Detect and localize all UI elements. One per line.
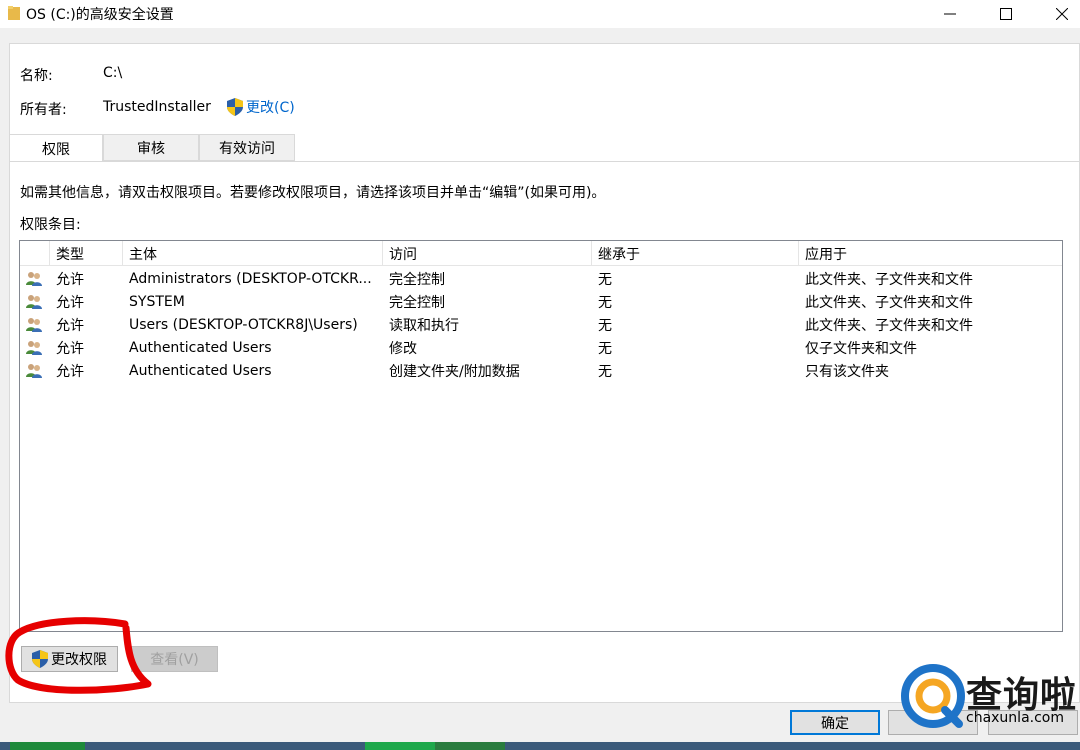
uac-shield-icon bbox=[227, 98, 243, 116]
name-label: 名称: bbox=[20, 68, 53, 84]
column-header-type[interactable]: 类型 bbox=[50, 241, 123, 266]
change-permissions-label: 更改权限 bbox=[51, 652, 107, 668]
tab-effective-access[interactable]: 有效访问 bbox=[199, 134, 295, 161]
entries-label: 权限条目: bbox=[20, 217, 81, 233]
cell-principal: Administrators (DESKTOP-OTCKR... bbox=[129, 270, 372, 287]
cell-principal: Users (DESKTOP-OTCKR8J\Users) bbox=[129, 316, 358, 333]
cell-applies: 只有该文件夹 bbox=[805, 363, 889, 380]
change-permissions-button[interactable]: 更改权限 bbox=[21, 646, 118, 672]
owner-value: TrustedInstaller bbox=[103, 99, 211, 115]
cell-type: 允许 bbox=[56, 294, 84, 311]
change-owner-link[interactable]: 更改(C) bbox=[227, 97, 295, 117]
cell-applies: 此文件夹、子文件夹和文件 bbox=[805, 317, 973, 334]
name-value: C:\ bbox=[103, 65, 123, 81]
cell-inherited: 无 bbox=[598, 340, 612, 357]
column-header-inherited[interactable]: 继承于 bbox=[592, 241, 799, 266]
cell-applies: 此文件夹、子文件夹和文件 bbox=[805, 294, 973, 311]
info-text: 如需其他信息，请双击权限项目。若要修改权限项目，请选择该项目并单击“编辑”(如果… bbox=[20, 185, 606, 201]
list-header: 类型 主体 访问 继承于 应用于 bbox=[20, 241, 1062, 266]
owner-label: 所有者: bbox=[20, 102, 67, 118]
tab-permissions[interactable]: 权限 bbox=[9, 134, 103, 162]
users-icon bbox=[26, 295, 42, 309]
tab-divider bbox=[9, 161, 1080, 162]
permission-entries-list[interactable]: 类型 主体 访问 继承于 应用于 允许 Administrators (DESK… bbox=[19, 240, 1063, 632]
close-button[interactable] bbox=[1034, 0, 1080, 28]
cell-type: 允许 bbox=[56, 271, 84, 288]
cell-applies: 仅子文件夹和文件 bbox=[805, 340, 917, 357]
ok-button[interactable]: 确定 bbox=[790, 710, 880, 735]
minimize-icon bbox=[944, 13, 956, 15]
close-icon bbox=[1056, 8, 1068, 20]
cell-access: 修改 bbox=[389, 340, 417, 357]
view-button[interactable]: 查看(V) bbox=[131, 646, 218, 672]
column-header-icon[interactable] bbox=[20, 241, 50, 266]
cell-type: 允许 bbox=[56, 340, 84, 357]
taskbar-item[interactable] bbox=[435, 742, 505, 750]
table-row[interactable]: 允许 Authenticated Users 创建文件夹/附加数据 无 只有该文… bbox=[20, 359, 1062, 382]
cell-principal: Authenticated Users bbox=[129, 339, 272, 356]
cell-access: 完全控制 bbox=[389, 294, 445, 311]
cell-access: 创建文件夹/附加数据 bbox=[389, 363, 520, 380]
cell-applies: 此文件夹、子文件夹和文件 bbox=[805, 271, 973, 288]
column-header-applies[interactable]: 应用于 bbox=[799, 241, 1062, 266]
users-icon bbox=[26, 272, 42, 286]
cell-inherited: 无 bbox=[598, 317, 612, 334]
cell-type: 允许 bbox=[56, 317, 84, 334]
tab-auditing[interactable]: 审核 bbox=[103, 134, 199, 161]
maximize-icon bbox=[1000, 8, 1012, 20]
users-icon bbox=[26, 341, 42, 355]
users-icon bbox=[26, 318, 42, 332]
table-row[interactable]: 允许 SYSTEM 完全控制 无 此文件夹、子文件夹和文件 bbox=[20, 290, 1062, 313]
cell-type: 允许 bbox=[56, 363, 84, 380]
cell-inherited: 无 bbox=[598, 363, 612, 380]
cell-access: 完全控制 bbox=[389, 271, 445, 288]
cell-principal: Authenticated Users bbox=[129, 362, 272, 379]
window-title: OS (C:)的高级安全设置 bbox=[26, 7, 174, 23]
taskbar-item[interactable] bbox=[10, 742, 85, 750]
title-bar: OS (C:)的高级安全设置 bbox=[0, 0, 1080, 28]
table-row[interactable]: 允许 Users (DESKTOP-OTCKR8J\Users) 读取和执行 无… bbox=[20, 313, 1062, 336]
maximize-button[interactable] bbox=[978, 0, 1034, 28]
table-row[interactable]: 允许 Authenticated Users 修改 无 仅子文件夹和文件 bbox=[20, 336, 1062, 359]
watermark-url: chaxunla.com bbox=[966, 710, 1064, 726]
cell-access: 读取和执行 bbox=[389, 317, 459, 334]
column-header-access[interactable]: 访问 bbox=[383, 241, 592, 266]
taskbar bbox=[0, 742, 1080, 750]
folder-icon bbox=[8, 6, 20, 20]
cell-inherited: 无 bbox=[598, 294, 612, 311]
minimize-button[interactable] bbox=[922, 0, 978, 28]
users-icon bbox=[26, 364, 42, 378]
column-header-principal[interactable]: 主体 bbox=[123, 241, 383, 266]
cell-inherited: 无 bbox=[598, 271, 612, 288]
uac-shield-icon bbox=[32, 650, 48, 668]
taskbar-item[interactable] bbox=[365, 742, 435, 750]
cell-principal: SYSTEM bbox=[129, 293, 185, 310]
change-owner-label: 更改(C) bbox=[246, 100, 295, 116]
table-row[interactable]: 允许 Administrators (DESKTOP-OTCKR... 完全控制… bbox=[20, 267, 1062, 290]
